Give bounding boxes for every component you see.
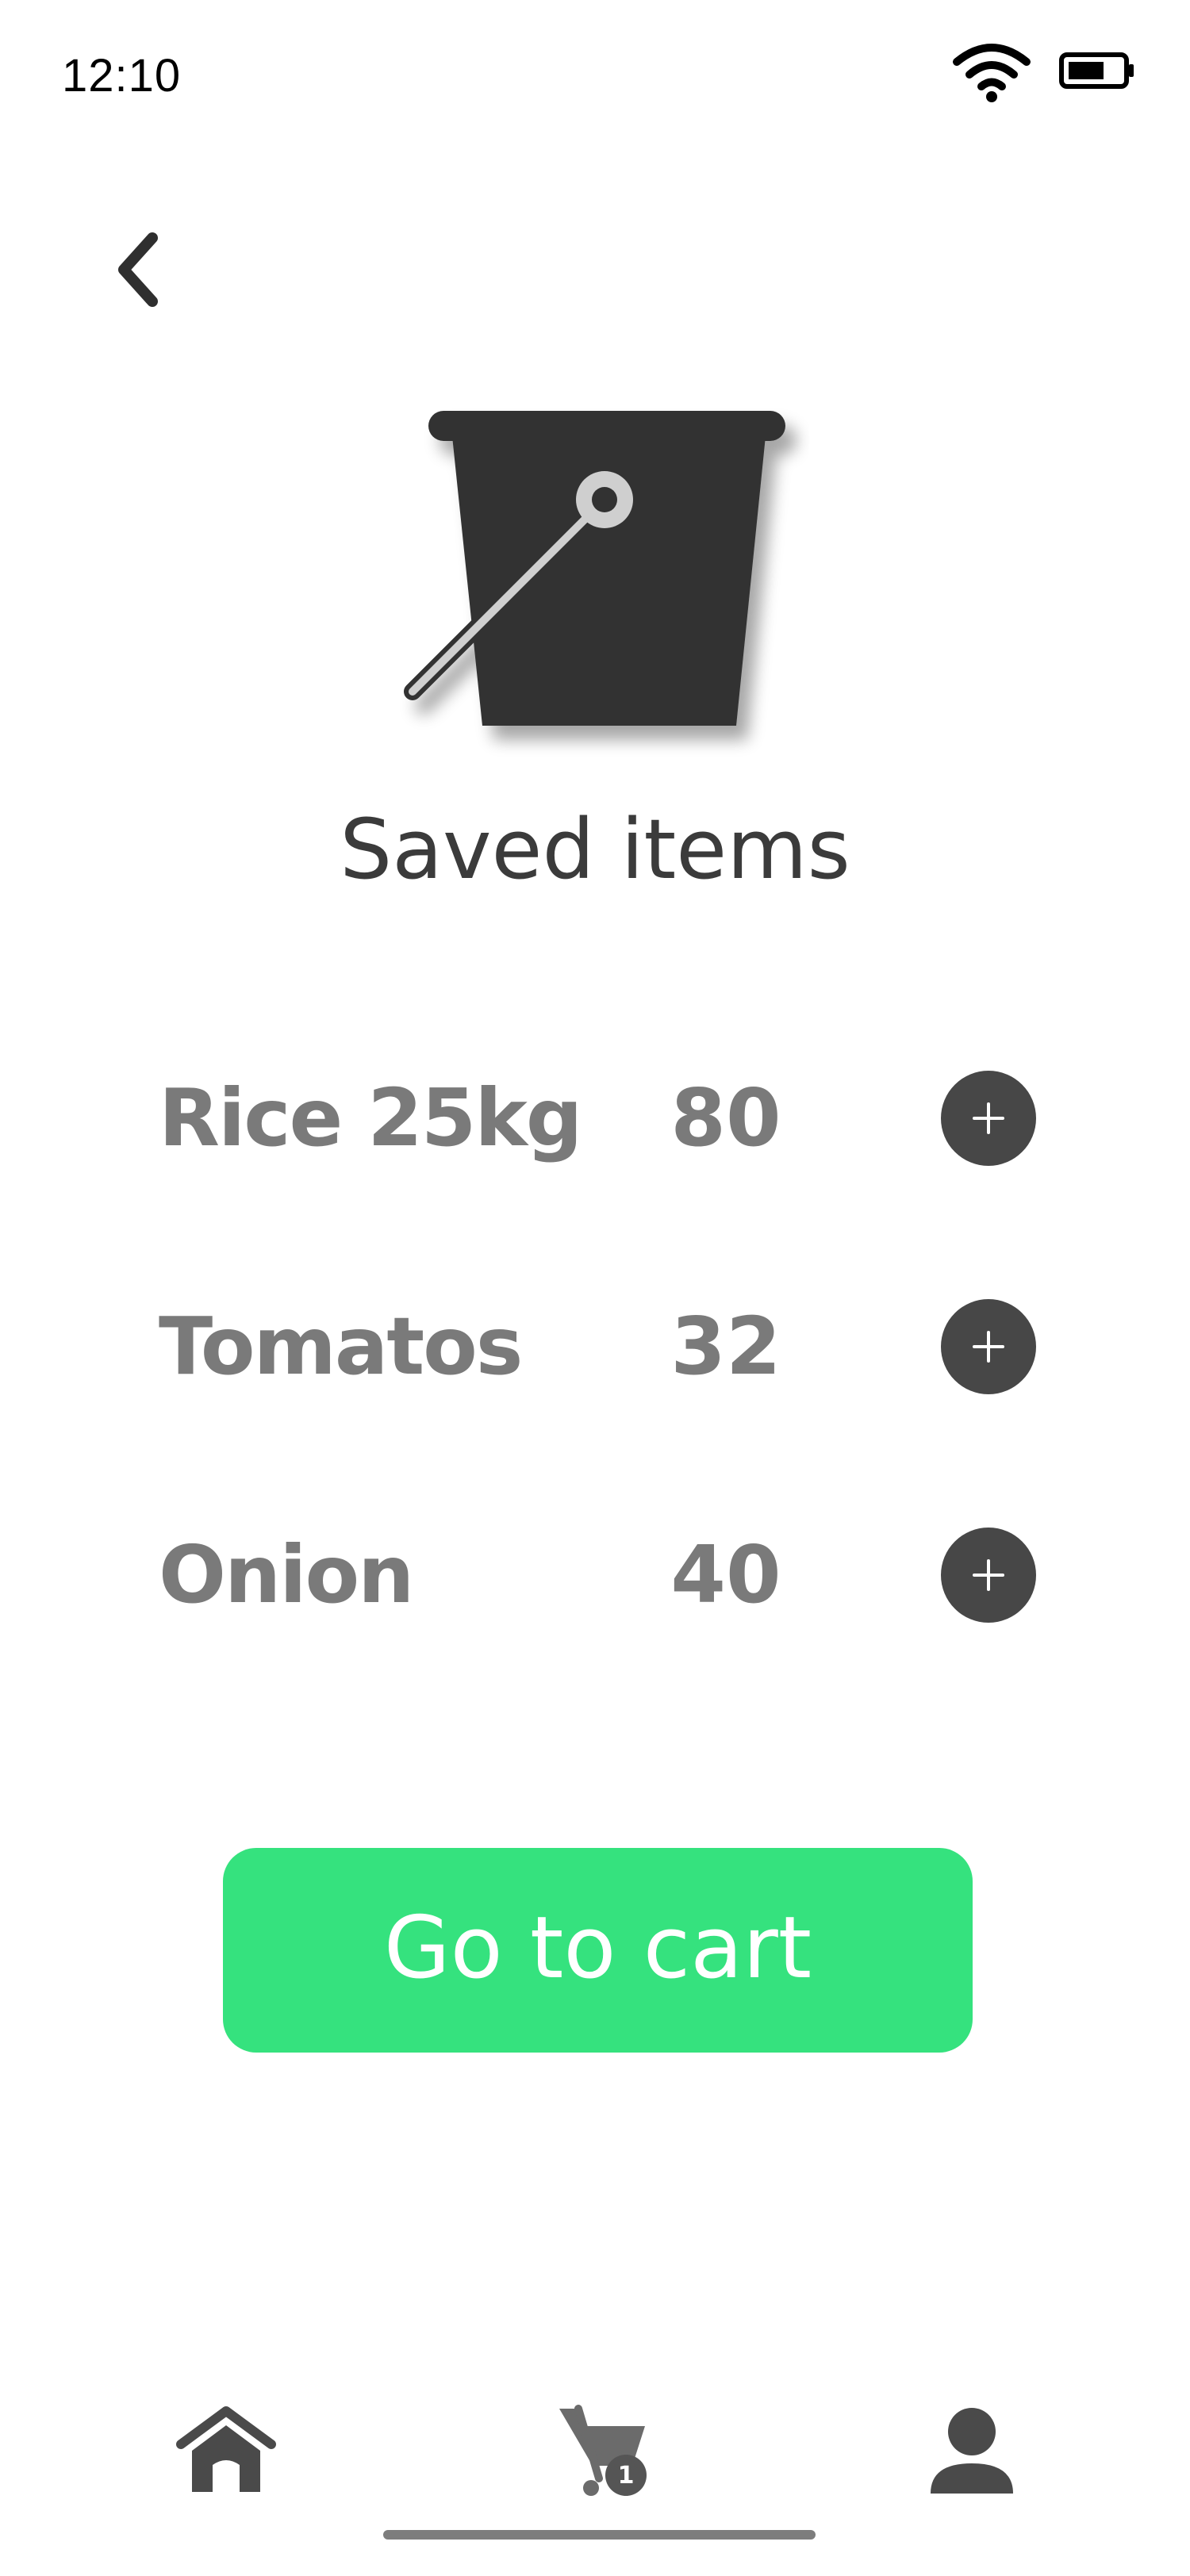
item-price: 32 [670, 1300, 781, 1393]
nav-home-button[interactable] [163, 2395, 290, 2506]
item-name: Onion [159, 1528, 414, 1621]
item-name: Rice 25kg [159, 1071, 582, 1164]
nav-profile-button[interactable] [908, 2395, 1035, 2506]
user-icon [931, 2408, 1013, 2494]
item-name: Tomatos [159, 1300, 523, 1393]
nav-cart-button[interactable]: 1 [539, 2395, 666, 2506]
add-button[interactable] [941, 1528, 1036, 1623]
saved-item: Rice 25kg 80 [0, 1063, 1190, 1174]
add-button[interactable] [941, 1299, 1036, 1394]
battery-icon [1059, 52, 1134, 89]
plus-icon [973, 1559, 1004, 1591]
saved-item: Tomatos 32 [0, 1291, 1190, 1402]
add-button[interactable] [941, 1071, 1036, 1166]
bucket-icon [404, 411, 785, 726]
status-time: 12:10 [62, 50, 182, 102]
page-title: Saved items [340, 801, 850, 898]
plus-icon [973, 1102, 1004, 1134]
back-button[interactable] [107, 226, 171, 313]
plus-icon [973, 1331, 1004, 1363]
cart-icon: 1 [559, 2405, 647, 2496]
home-indicator [383, 2530, 816, 2540]
home-icon [176, 2406, 276, 2492]
chevron-left-icon [118, 232, 158, 307]
saved-item: Onion 40 [0, 1520, 1190, 1631]
item-price: 40 [670, 1528, 781, 1621]
wifi-icon [953, 44, 1031, 102]
item-price: 80 [670, 1071, 781, 1164]
go-to-cart-button[interactable]: Go to cart [223, 1848, 973, 2053]
cart-badge: 1 [618, 2462, 635, 2490]
